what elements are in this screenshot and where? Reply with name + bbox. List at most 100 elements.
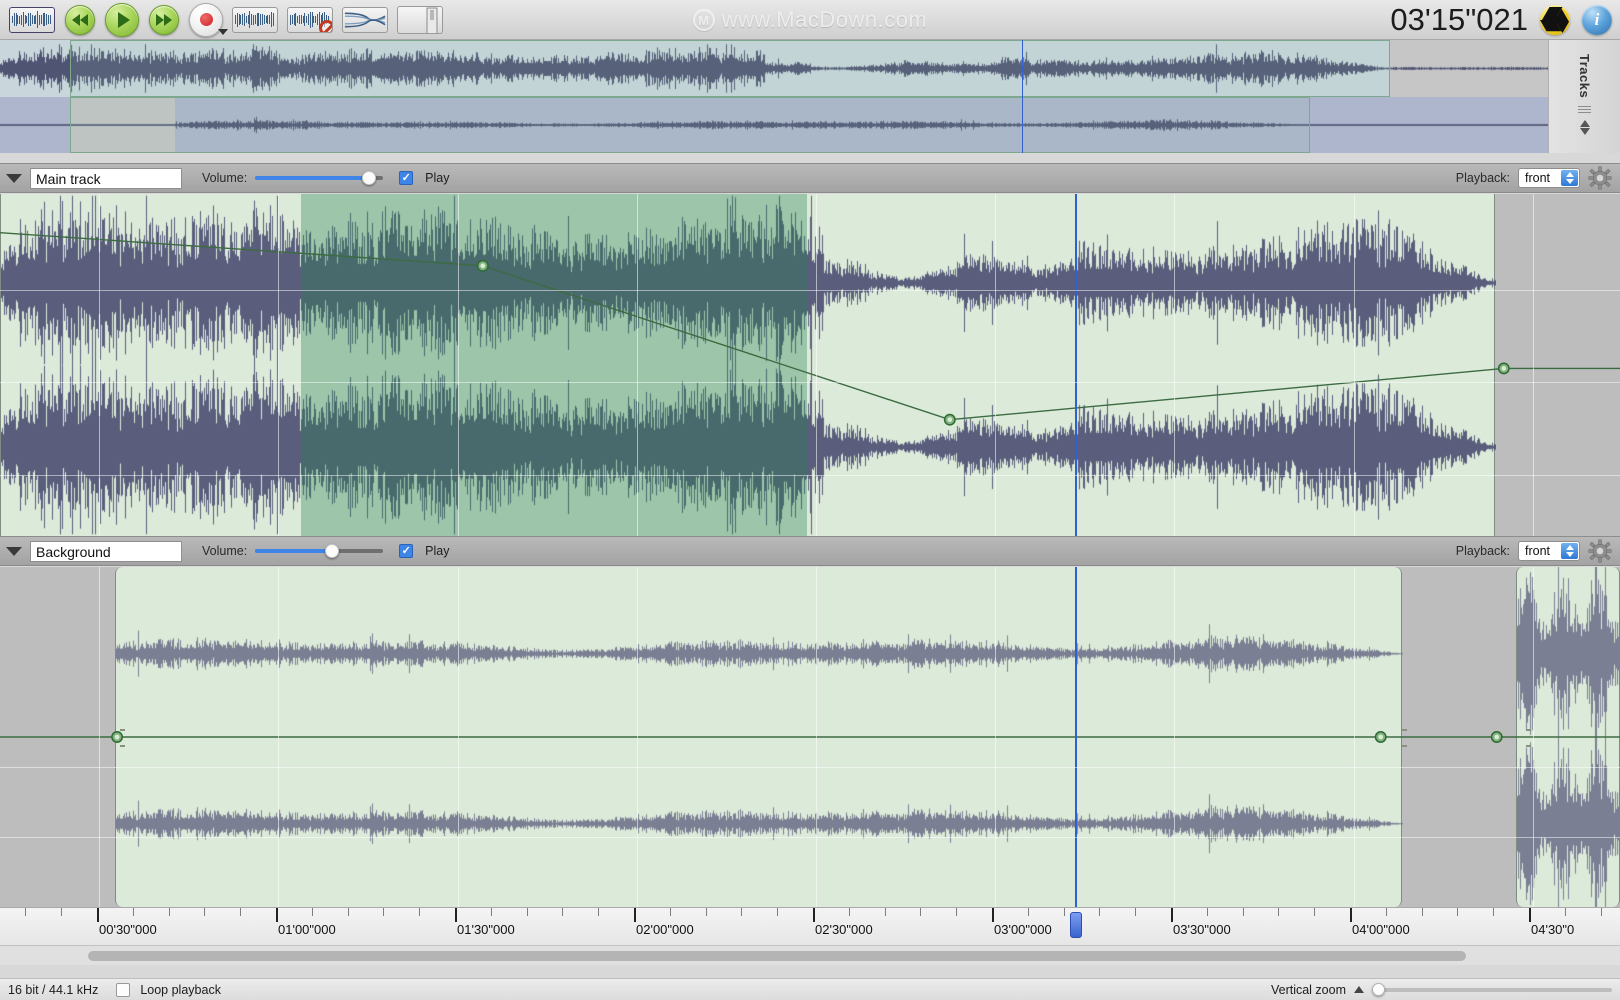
play-glyph <box>117 11 130 28</box>
waveform-edit-icon[interactable] <box>9 6 55 33</box>
playback-select-background[interactable]: front <box>1518 541 1580 561</box>
timeline-ruler[interactable]: 00'30"000 01'00"000 01'30"000 02'00"000 02'3… <box>0 907 1620 945</box>
ruler-tick-minor <box>311 908 313 916</box>
track-lane-main[interactable] <box>0 194 1620 536</box>
ruler-tick-minor <box>1278 908 1280 916</box>
ruler-label: 03'00"000 <box>994 922 1052 937</box>
fade-icon[interactable] <box>342 6 388 33</box>
envelope-node[interactable] <box>111 731 124 743</box>
grid-line-horizontal <box>0 837 1620 838</box>
record-button[interactable] <box>189 2 228 37</box>
ruler-tick-minor <box>1421 908 1423 916</box>
grid-line <box>99 567 100 907</box>
grid-line <box>99 194 100 536</box>
envelope-node[interactable] <box>1490 731 1503 743</box>
resize-grip-icon[interactable] <box>1578 104 1591 115</box>
stepper-icon-background[interactable] <box>1561 543 1578 559</box>
rewind-button[interactable] <box>65 4 95 35</box>
ruler-tick-minor <box>1135 908 1137 916</box>
track-name-input-main[interactable]: Main track <box>30 167 182 189</box>
silence-icon[interactable] <box>287 6 333 33</box>
toolbar-right-group: 03'15"021 i <box>1390 0 1612 40</box>
ruler-tick-minor <box>562 908 564 916</box>
ruler-tick-minor <box>1564 908 1566 916</box>
gear-icon-main[interactable] <box>1588 166 1612 190</box>
volume-envelope-main[interactable] <box>0 194 1620 536</box>
track-lane-background[interactable] <box>0 567 1620 907</box>
normalize-icon[interactable] <box>232 6 278 33</box>
overview-track-1[interactable] <box>0 40 1548 97</box>
envelope-node[interactable] <box>476 259 489 272</box>
envelope-node[interactable] <box>943 413 956 426</box>
macdown-logo-icon: M <box>692 9 715 31</box>
ruler-tick-minor <box>1027 908 1029 916</box>
grid-line <box>637 567 638 907</box>
play-checkbox-main[interactable] <box>399 171 414 185</box>
tracks-rail: Tracks <box>1548 40 1620 153</box>
horizontal-scroll-thumb[interactable] <box>88 951 1466 961</box>
grid-line <box>458 194 459 536</box>
ruler-tick-minor <box>1242 908 1244 916</box>
ruler-tick-minor <box>204 908 206 916</box>
ruler-tick-minor <box>132 908 134 916</box>
disclosure-triangle-icon-background[interactable] <box>6 546 22 556</box>
fast-forward-glyph <box>156 13 172 26</box>
ruler-tick-major <box>97 908 99 922</box>
overview-track-2[interactable] <box>0 97 1548 153</box>
loop-playback-label: Loop playback <box>140 982 221 997</box>
grid-line <box>1174 194 1175 536</box>
ruler-tick-major <box>634 908 636 922</box>
playhead-marker[interactable] <box>1070 912 1082 938</box>
ruler-tick-major <box>1171 908 1173 922</box>
envelope-node[interactable] <box>1497 362 1510 375</box>
playhead-background[interactable] <box>1075 567 1077 907</box>
gear-glyph-background <box>1588 539 1612 563</box>
ruler-tick-major <box>276 908 278 922</box>
volume-slider-background[interactable] <box>255 541 384 561</box>
overview-panel[interactable] <box>0 40 1548 153</box>
play-checkbox-background[interactable] <box>399 544 414 558</box>
track-header-background: Background Volume: Play Playback: front <box>0 536 1620 566</box>
ruler-tick-minor <box>669 908 671 916</box>
grid-line <box>278 194 279 536</box>
ruler-tick-minor <box>598 908 600 916</box>
vertical-zoom-slider[interactable] <box>1372 983 1612 997</box>
playhead-main[interactable] <box>1075 194 1077 536</box>
overview-selection-2[interactable] <box>70 97 1310 153</box>
overview-selection-1[interactable] <box>70 40 1390 97</box>
ruler-label: 02'30"000 <box>815 922 873 937</box>
grid-line <box>1354 194 1355 536</box>
ruler-tick-minor <box>741 908 743 916</box>
ruler-tick-minor <box>777 908 779 916</box>
info-icon[interactable]: i <box>1582 5 1612 35</box>
ruler-tick-minor <box>61 908 63 916</box>
ruler-label: 02'00"000 <box>636 922 694 937</box>
horizontal-scrollbar[interactable] <box>0 945 1620 965</box>
fast-forward-button[interactable] <box>149 4 179 35</box>
disclosure-triangle-icon[interactable] <box>6 173 22 183</box>
burn-icon[interactable] <box>1540 5 1570 35</box>
ruler-tick-minor <box>490 908 492 916</box>
loop-playback-checkbox[interactable] <box>116 982 131 997</box>
ruler-label: 04'00"000 <box>1352 922 1410 937</box>
record-menu-caret-icon[interactable] <box>218 28 228 35</box>
gear-glyph-main <box>1588 166 1612 190</box>
gear-icon-background[interactable] <box>1588 539 1612 563</box>
envelope-node[interactable] <box>1374 731 1387 743</box>
ruler-tick-minor <box>1600 908 1602 916</box>
grid-line <box>278 567 279 907</box>
scroll-arrows-icon[interactable] <box>1579 120 1590 136</box>
ruler-tick-minor <box>168 908 170 916</box>
volume-envelope-background[interactable] <box>0 567 1620 907</box>
play-button[interactable] <box>105 2 139 37</box>
volume-slider-main[interactable] <box>255 168 384 188</box>
split-icon[interactable] <box>397 5 443 34</box>
grid-line <box>637 194 638 536</box>
ruler-tick-major <box>813 908 815 922</box>
stepper-icon-main[interactable] <box>1561 170 1578 186</box>
playback-select-main[interactable]: front <box>1518 168 1580 188</box>
overview-playhead[interactable] <box>1022 40 1023 153</box>
caret-up-icon[interactable] <box>1354 986 1364 993</box>
ruler-tick-minor <box>1385 908 1387 916</box>
track-name-input-background[interactable]: Background <box>30 540 182 562</box>
